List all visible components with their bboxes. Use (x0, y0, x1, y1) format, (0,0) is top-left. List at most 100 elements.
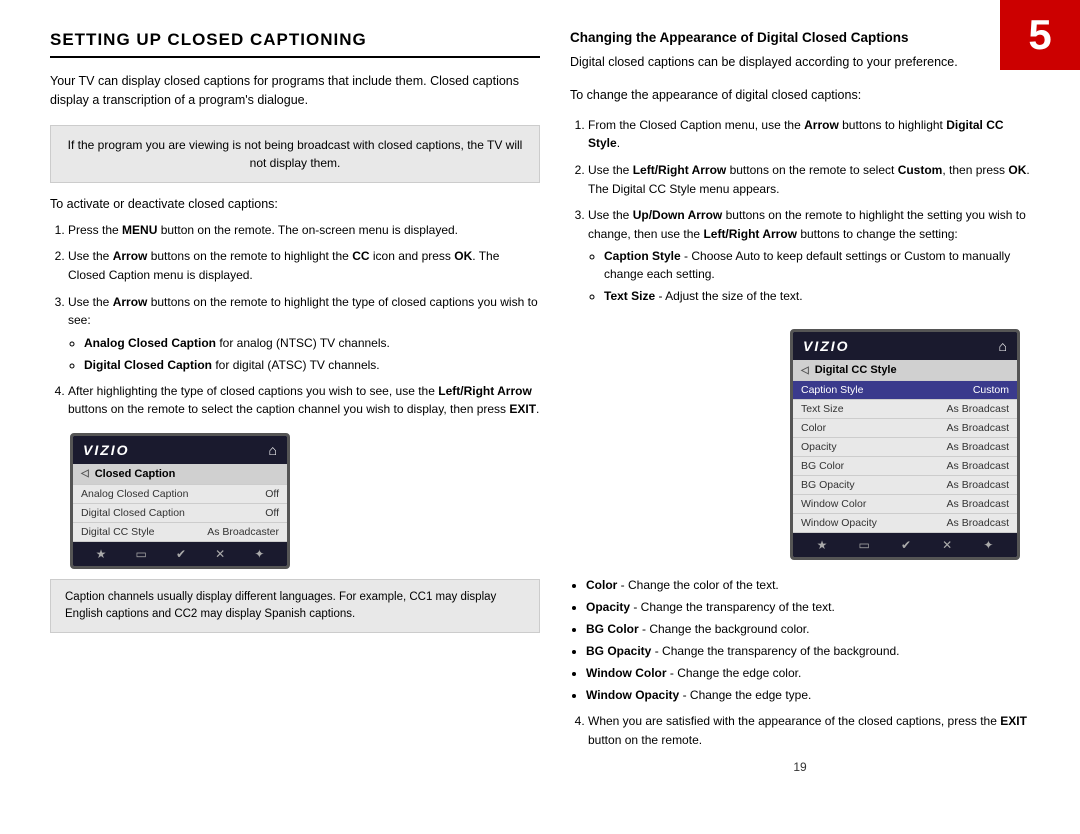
footer-rect-left: ▭ (135, 547, 146, 561)
right-column: Changing the Appearance of Digital Close… (570, 30, 1030, 774)
footer-check-right: ✔ (901, 538, 911, 552)
left-steps-list: Press the MENU button on the remote. The… (50, 221, 540, 419)
tv-row-bg-color: BG Color As Broadcast (793, 457, 1017, 476)
tv-header-left: VIZIO ⌂ (73, 436, 287, 464)
left-step-1: Press the MENU button on the remote. The… (68, 221, 540, 240)
tv-menu-header-right: ◁ Digital CC Style (793, 360, 1017, 381)
intro-paragraph: Your TV can display closed captions for … (50, 72, 540, 111)
left-step-2: Use the Arrow buttons on the remote to h… (68, 247, 540, 284)
right-step-3-bullets: Caption Style - Choose Auto to keep defa… (588, 247, 1030, 305)
right-step-3: Use the Up/Down Arrow buttons on the rem… (588, 206, 1030, 305)
bullet-text-size: Text Size - Adjust the size of the text. (604, 287, 1030, 305)
badge-number: 5 (1028, 11, 1051, 59)
bullet-bg-opacity: BG Opacity - Change the transparency of … (586, 642, 1030, 660)
bullet-analog: Analog Closed Caption for analog (NTSC) … (84, 334, 540, 352)
tv-screen-wrapper: VIZIO ⌂ ◁ Digital CC Style Caption Style… (570, 315, 1020, 570)
tv-row-caption-style: Caption Style Custom (793, 381, 1017, 400)
tv-screen-left: VIZIO ⌂ ◁ Closed Caption Analog Closed C… (70, 433, 290, 569)
caption-style-value: Custom (973, 384, 1009, 396)
menu-bold: MENU (122, 223, 157, 237)
page-number: 19 (570, 760, 1030, 774)
bullet-opacity: Opacity - Change the transparency of the… (586, 598, 1030, 616)
tv-row-window-opacity: Window Opacity As Broadcast (793, 514, 1017, 533)
footer-star-left: ★ (96, 547, 107, 561)
vizio-logo-left: VIZIO (83, 442, 130, 458)
caption-style-label: Caption Style (801, 384, 863, 396)
back-arrow-right: ◁ (801, 365, 809, 376)
section-title: SETTING UP CLOSED CAPTIONING (50, 30, 540, 58)
text-size-label: Text Size (801, 403, 844, 415)
bullet-color: Color - Change the color of the text. (586, 576, 1030, 594)
tv-row-text-size: Text Size As Broadcast (793, 400, 1017, 419)
right-heading: Changing the Appearance of Digital Close… (570, 30, 1030, 45)
extra-bullets-list: Color - Change the color of the text. Op… (570, 576, 1030, 704)
tv-header-right: VIZIO ⌂ (793, 332, 1017, 360)
digital-label: Digital Closed Caption (81, 507, 185, 519)
left-step-3: Use the Arrow buttons on the remote to h… (68, 293, 540, 374)
right-steps-list: From the Closed Caption menu, use the Ar… (570, 116, 1030, 306)
home-icon-right: ⌂ (999, 338, 1007, 354)
footer-gear-left: ✦ (254, 547, 264, 561)
tv-row-cc-style: Digital CC Style As Broadcaster (73, 523, 287, 542)
text-size-value: As Broadcast (947, 403, 1009, 415)
right-step-4-list: When you are satisfied with the appearan… (570, 712, 1030, 749)
analog-value: Off (265, 488, 279, 500)
window-color-value: As Broadcast (947, 498, 1009, 510)
left-step-3-bullets: Analog Closed Caption for analog (NTSC) … (68, 334, 540, 374)
analog-label: Analog Closed Caption (81, 488, 188, 500)
bullet-bg-color: BG Color - Change the background color. (586, 620, 1030, 638)
bg-color-value: As Broadcast (947, 460, 1009, 472)
bullet-window-opacity: Window Opacity - Change the edge type. (586, 686, 1030, 704)
footer-x-right: ✕ (942, 538, 952, 552)
info-box: If the program you are viewing is not be… (50, 125, 540, 183)
bg-color-label: BG Color (801, 460, 844, 472)
footer-gear-right: ✦ (983, 538, 993, 552)
left-column: SETTING UP CLOSED CAPTIONING Your TV can… (50, 30, 540, 774)
footer-star-right: ★ (817, 538, 828, 552)
window-opacity-value: As Broadcast (947, 517, 1009, 529)
tv-screen-right: VIZIO ⌂ ◁ Digital CC Style Caption Style… (790, 329, 1020, 560)
tv-row-color: Color As Broadcast (793, 419, 1017, 438)
tv-row-analog: Analog Closed Caption Off (73, 485, 287, 504)
tv-menu-right: ◁ Digital CC Style Caption Style Custom … (793, 360, 1017, 533)
back-arrow-left: ◁ (81, 468, 89, 479)
footer-x-left: ✕ (215, 547, 225, 561)
steps-intro: To activate or deactivate closed caption… (50, 197, 540, 211)
bullet-caption-style: Caption Style - Choose Auto to keep defa… (604, 247, 1030, 283)
cc-style-label: Digital CC Style (81, 526, 155, 538)
vizio-logo-right: VIZIO (803, 338, 850, 354)
right-step-1: From the Closed Caption menu, use the Ar… (588, 116, 1030, 153)
right-step-2: Use the Left/Right Arrow buttons on the … (588, 161, 1030, 198)
tv-menu-header-left: ◁ Closed Caption (73, 464, 287, 485)
color-value: As Broadcast (947, 422, 1009, 434)
cc-style-value: As Broadcaster (207, 526, 279, 538)
tv-footer-left: ★ ▭ ✔ ✕ ✦ (73, 542, 287, 566)
footer-rect-right: ▭ (858, 538, 869, 552)
right-step-4: When you are satisfied with the appearan… (588, 712, 1030, 749)
right-intro2: To change the appearance of digital clos… (570, 86, 1030, 105)
bullet-digital: Digital Closed Caption for digital (ATSC… (84, 356, 540, 374)
window-opacity-label: Window Opacity (801, 517, 877, 529)
bottom-note: Caption channels usually display differe… (50, 579, 540, 634)
tv-row-window-color: Window Color As Broadcast (793, 495, 1017, 514)
home-icon-left: ⌂ (269, 442, 277, 458)
tv-menu-title-left: Closed Caption (95, 468, 176, 480)
bullet-window-color: Window Color - Change the edge color. (586, 664, 1030, 682)
page-badge: 5 (1000, 0, 1080, 70)
tv-row-opacity: Opacity As Broadcast (793, 438, 1017, 457)
color-label: Color (801, 422, 826, 434)
tv-row-digital: Digital Closed Caption Off (73, 504, 287, 523)
window-color-label: Window Color (801, 498, 866, 510)
tv-menu-title-right: Digital CC Style (815, 364, 897, 376)
opacity-label: Opacity (801, 441, 837, 453)
footer-check-left: ✔ (176, 547, 186, 561)
tv-footer-right: ★ ▭ ✔ ✕ ✦ (793, 533, 1017, 557)
opacity-value: As Broadcast (947, 441, 1009, 453)
digital-value: Off (265, 507, 279, 519)
bg-opacity-value: As Broadcast (947, 479, 1009, 491)
right-intro1: Digital closed captions can be displayed… (570, 53, 1030, 72)
tv-menu-left: ◁ Closed Caption Analog Closed Caption O… (73, 464, 287, 542)
bg-opacity-label: BG Opacity (801, 479, 855, 491)
tv-row-bg-opacity: BG Opacity As Broadcast (793, 476, 1017, 495)
left-step-4: After highlighting the type of closed ca… (68, 382, 540, 419)
